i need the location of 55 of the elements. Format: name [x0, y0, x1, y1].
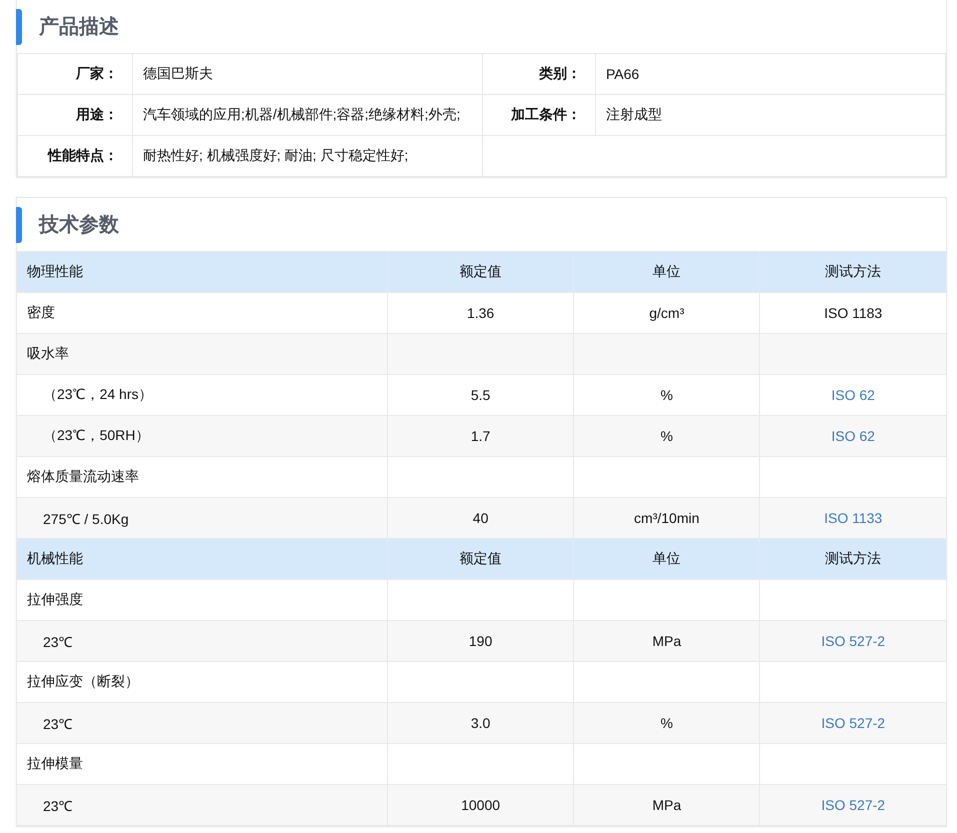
column-header: 测试方法 [825, 550, 882, 566]
test-method-link[interactable]: ISO 1133 [824, 510, 882, 526]
unit: cm³/10min [634, 510, 700, 526]
property-name: 23℃ [43, 798, 73, 814]
unit: % [660, 387, 673, 403]
unit: % [660, 428, 673, 444]
property-name: 23℃ [43, 634, 73, 650]
accent-bar [16, 206, 22, 242]
section-title: 产品描述 [39, 14, 119, 40]
field-label: 类别： [539, 65, 581, 81]
field-label: 厂家： [76, 65, 118, 81]
accent-bar [16, 8, 22, 44]
column-header: 额定值 [460, 550, 502, 566]
field-label: 加工条件： [511, 106, 581, 122]
property-name: 拉伸模量 [27, 755, 83, 771]
unit: MPa [652, 797, 682, 813]
column-header: 测试方法 [825, 263, 882, 279]
field-value: PA66 [606, 66, 640, 82]
rated-value: 10000 [461, 797, 500, 813]
property-name: 275℃ / 5.0Kg [43, 510, 129, 526]
test-method: ISO 1183 [824, 305, 882, 321]
column-header: 单位 [652, 263, 681, 279]
property-name: 拉伸应变（断裂） [27, 673, 139, 689]
column-header: 单位 [652, 550, 681, 566]
field-value: 德国巴斯夫 [143, 65, 213, 81]
field-value: 注射成型 [606, 106, 662, 122]
field-label: 用途： [76, 106, 118, 122]
property-name: 23℃ [43, 716, 73, 732]
field-label: 性能特点： [48, 147, 118, 163]
rated-value: 5.5 [470, 387, 490, 403]
property-name: （23℃，50RH） [43, 427, 150, 443]
column-header: 物理性能 [27, 263, 83, 279]
unit: % [660, 715, 673, 731]
property-name: 吸水率 [27, 345, 69, 361]
test-method-link[interactable]: ISO 62 [831, 387, 875, 403]
property-name: 拉伸强度 [27, 591, 83, 607]
column-header: 机械性能 [27, 550, 83, 566]
property-name: （23℃，24 hrs） [43, 386, 152, 402]
test-method-link[interactable]: ISO 527-2 [821, 797, 886, 813]
rated-value: 190 [468, 633, 492, 649]
rated-value: 1.7 [470, 428, 490, 444]
test-method-link[interactable]: ISO 527-2 [821, 715, 886, 731]
property-name: 熔体质量流动速率 [27, 468, 139, 484]
rated-value: 3.0 [470, 715, 490, 731]
unit: MPa [652, 633, 682, 649]
column-header: 额定值 [460, 263, 502, 279]
property-name: 密度 [27, 304, 55, 320]
field-value: 耐热性好; 机械强度好; 耐油; 尺寸稳定性好; [143, 147, 408, 163]
unit: g/cm³ [649, 305, 684, 321]
test-method-link[interactable]: ISO 62 [831, 428, 875, 444]
field-value: 汽车领域的应用;机器/机械部件;容器;绝缘材料;外壳; [143, 106, 460, 122]
test-method-link[interactable]: ISO 527-2 [821, 633, 886, 649]
section-title: 技术参数 [39, 213, 119, 238]
rated-value: 1.36 [466, 305, 494, 321]
rated-value: 40 [472, 510, 488, 526]
